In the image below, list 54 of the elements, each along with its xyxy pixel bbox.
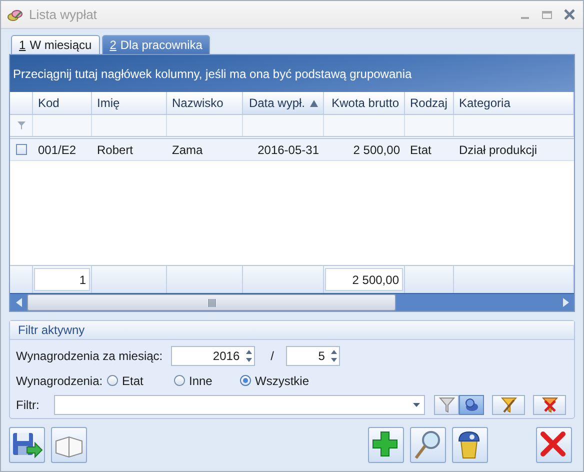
- pin-icon: [462, 396, 480, 414]
- close-button[interactable]: [564, 9, 575, 20]
- filter-combo-field[interactable]: [54, 395, 425, 415]
- funnel-clear-icon: [540, 396, 558, 414]
- table-cell-text: Dział produkcji: [458, 142, 538, 158]
- total-cell: 1: [34, 268, 90, 291]
- table-cell-text: 2 500,00: [352, 142, 401, 158]
- table-cell-text: Robert: [96, 142, 134, 158]
- funnel-wand-button[interactable]: [492, 395, 525, 415]
- tab[interactable]: 1 W miesiącu: [11, 35, 100, 54]
- table-cell-text: 001/E2: [37, 142, 78, 158]
- radio-option[interactable]: Etat: [107, 374, 174, 388]
- column-header[interactable]: Rodzaj: [405, 92, 454, 114]
- table-cell-text: Zama: [171, 142, 204, 158]
- field-label: Filtr:: [16, 398, 40, 412]
- filter-row-icon: [16, 121, 26, 130]
- month-spin-field[interactable]: 5: [286, 346, 340, 366]
- table-cell-text: 2016-05-31: [256, 142, 320, 158]
- row-checkbox[interactable]: [16, 144, 27, 155]
- field-label: Wynagrodzenia za miesiąc:: [16, 349, 163, 363]
- window-title: Lista wypłat: [29, 7, 97, 22]
- column-header[interactable]: Kwota brutto: [324, 92, 405, 114]
- column-header[interactable]: Imię: [92, 92, 167, 114]
- field-label: Wynagrodzenia:: [16, 374, 104, 388]
- funnel-wand-icon: [500, 396, 518, 414]
- pin-button[interactable]: [459, 395, 484, 415]
- preview-button[interactable]: [410, 427, 446, 463]
- scroll-right-icon[interactable]: [562, 298, 568, 307]
- group-by-hint: Przeciągnij tutaj nagłówek kolumny, jeśli ma ona być podstawą grupowania: [10, 55, 574, 92]
- scroll-left-icon[interactable]: [16, 298, 22, 307]
- scrollbar-thumb[interactable]: [27, 294, 396, 311]
- tab[interactable]: 2 Dla pracownika: [102, 35, 210, 54]
- app-icon: [7, 8, 23, 22]
- table-cell-text: Etat: [409, 142, 432, 158]
- funnel-icon: [438, 396, 456, 414]
- panel-title: Filtr aktywny: [10, 321, 574, 340]
- dropdown-caret-icon[interactable]: [413, 403, 420, 407]
- radio-option[interactable]: Wszystkie: [240, 374, 320, 388]
- book-button[interactable]: [51, 427, 87, 463]
- horizontal-scrollbar[interactable]: [10, 293, 574, 311]
- column-header[interactable]: Data wypł.: [243, 92, 324, 114]
- funnel-clear-button[interactable]: [533, 395, 566, 415]
- export-button[interactable]: [9, 427, 45, 463]
- column-header[interactable]: Kod: [33, 92, 92, 114]
- funnel-button[interactable]: [434, 395, 459, 415]
- close-button[interactable]: [536, 427, 572, 463]
- plus-button[interactable]: [368, 427, 404, 463]
- column-header[interactable]: Kategoria: [454, 92, 574, 114]
- grip-icon: [208, 298, 216, 306]
- separator-label: /: [270, 349, 274, 363]
- total-cell: 2 500,00: [325, 268, 403, 291]
- delete-button[interactable]: [452, 427, 488, 463]
- radio-option[interactable]: Inne: [174, 374, 240, 388]
- year-spin-field[interactable]: 2016: [170, 346, 255, 366]
